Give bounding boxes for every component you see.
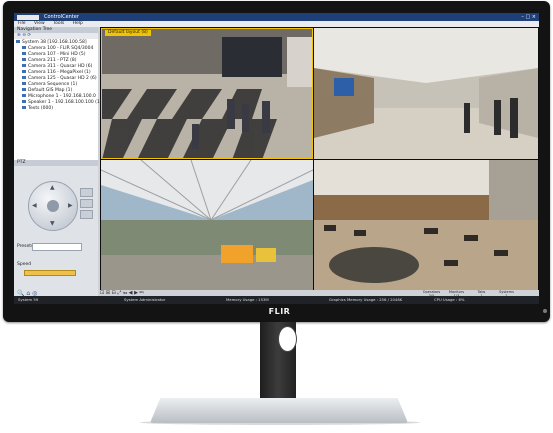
sequence-icon (22, 82, 26, 85)
camera-view-corridor (314, 28, 538, 159)
arrow-right-icon[interactable]: ▶ (68, 202, 73, 209)
camera-view-food-court (314, 160, 538, 290)
app-title: ControlCenter (44, 14, 79, 20)
presets-label: Presets (17, 244, 34, 249)
zoom-out-button[interactable] (80, 199, 93, 208)
video-grid: Default layout (8) (100, 27, 539, 290)
menu-view[interactable]: View (34, 21, 45, 26)
status-system: System 59 (18, 297, 39, 302)
camera-icon (22, 64, 26, 67)
status-memory: Memory Usage : 153M (226, 297, 269, 302)
status-cpu: CPU Usage : 6% (434, 297, 465, 302)
camera-icon (22, 58, 26, 61)
server-icon (16, 40, 20, 43)
ptz-joystick[interactable]: ▲ ▼ ◀ ▶ (28, 181, 78, 231)
camera-tile-1[interactable]: Default layout (8) (101, 28, 313, 159)
monitor-stand-base (150, 398, 408, 423)
text-icon (22, 106, 26, 109)
focus-button[interactable] (80, 210, 93, 219)
camera-tile-2[interactable] (314, 28, 538, 159)
window-controls[interactable]: – □ × (521, 14, 536, 20)
navigation-tree: System 38 [192.168.100.58] Camera 100 - … (14, 39, 102, 160)
tree-item[interactable]: Texts (000) (14, 106, 98, 112)
status-bar: System 59 System Administrator Memory Us… (14, 296, 539, 304)
ptz-panel: ▲ ▼ ◀ ▶ Presets Speed 🔍 ⌂ ◎ (14, 166, 98, 300)
camera-view-outdoor-station (101, 160, 313, 290)
menu-help[interactable]: Help (73, 21, 83, 26)
menu-tools[interactable]: Tools (53, 21, 64, 26)
flir-app-logo (17, 14, 39, 20)
camera-view-terminal-hall (102, 29, 312, 158)
arrow-down-icon[interactable]: ▼ (50, 220, 55, 227)
status-graphics: Graphics Memory Usage : 256 / 2048K (329, 297, 403, 302)
status-user: System Administrator (124, 297, 166, 302)
arrow-left-icon[interactable]: ◀ (32, 202, 37, 209)
cable-hole (278, 326, 297, 352)
layout-label: Default layout (8) (105, 30, 151, 36)
presets-select[interactable] (32, 243, 82, 251)
left-pane: Navigation Tree ⊕ ⊖ ⟳ System 38 [192.168… (14, 27, 102, 300)
joystick-center[interactable] (47, 200, 59, 212)
title-bar: ControlCenter – □ × (14, 13, 539, 21)
camera-tile-3[interactable] (101, 160, 313, 290)
arrow-up-icon[interactable]: ▲ (50, 184, 55, 191)
screen: ControlCenter – □ × File View Tools Help… (14, 13, 539, 304)
speaker-icon (22, 100, 26, 103)
camera-tile-4[interactable] (314, 160, 538, 290)
microphone-icon (22, 94, 26, 97)
menu-file[interactable]: File (18, 21, 26, 26)
brand-logo: FLIR (268, 307, 291, 316)
camera-icon (22, 52, 26, 55)
speed-label: Speed (17, 262, 32, 267)
power-button[interactable] (543, 309, 547, 313)
monitor-bezel: ControlCenter – □ × File View Tools Help… (3, 1, 550, 322)
camera-icon (22, 46, 26, 49)
speed-slider[interactable] (24, 270, 76, 276)
zoom-in-button[interactable] (80, 188, 93, 197)
map-icon (22, 88, 26, 91)
camera-icon (22, 70, 26, 73)
camera-icon (22, 76, 26, 79)
